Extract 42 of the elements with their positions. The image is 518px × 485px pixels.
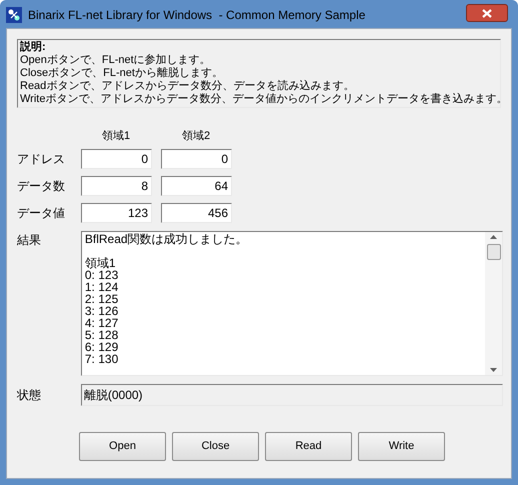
column-header: 領域1 [102, 129, 130, 144]
action-button[interactable]: Close [172, 432, 259, 460]
number-field[interactable]: 456 [161, 202, 232, 222]
result-line: 1: 124 [84, 280, 120, 292]
result-text-area[interactable]: BflRead関数は成功しました。 領域1 0: 123 1: 124 2: 125 3: 126 4: 127 5: 128 6: 129 7: 130 [80, 230, 503, 376]
result-section: 領域1 [84, 256, 482, 268]
close-button[interactable] [466, 4, 508, 22]
description-heading: 説明: [20, 41, 46, 54]
description-line: Writeボタンで、アドレスからデータ数分、データ値からのインクリメントデータを書き込みます。 [20, 93, 498, 106]
result-label: 結果 [16, 232, 42, 248]
result-line: 5: 128 [84, 328, 120, 340]
number-field[interactable]: 64 [161, 176, 232, 196]
number-field[interactable]: 123 [81, 202, 152, 222]
scroll-up-icon [490, 234, 497, 238]
number-field[interactable]: 8 [81, 176, 152, 196]
window-title: Binarix FL-net Library for Windows - Common Memory Sample [28, 7, 366, 24]
description-line: Openボタンで、FL-netに参加します。 [20, 54, 212, 67]
status-field: 離脱(0000) [80, 384, 503, 406]
status-label: 状態 [16, 386, 42, 404]
result-line: 4: 127 [84, 316, 120, 328]
app-icon [6, 7, 22, 23]
column-header: 領域2 [182, 129, 210, 144]
number-field[interactable]: 0 [161, 148, 232, 168]
action-button[interactable]: Read [265, 432, 352, 460]
scroll-down-icon [490, 368, 497, 372]
description-line: Readボタンで、アドレスからデータ数分、データを読み込みます。 [20, 80, 356, 93]
result-line: 6: 129 [84, 340, 120, 352]
action-button[interactable]: Write [358, 432, 445, 460]
result-message: BflRead関数は成功しました。 [84, 232, 249, 244]
result-line: 2: 125 [84, 292, 120, 304]
close-icon [482, 8, 492, 18]
scroll-bar[interactable] [485, 232, 502, 374]
field-label: データ数 [16, 178, 66, 194]
description-line: Closeボタンで、FL-netから離脱します。 [20, 67, 224, 80]
field-label: アドレス [16, 150, 66, 168]
result-line: 7: 130 [84, 352, 120, 364]
action-button[interactable]: Open [79, 432, 166, 460]
number-field[interactable]: 0 [81, 148, 152, 168]
result-line: 0: 123 [84, 268, 120, 280]
field-label: データ値 [16, 204, 66, 222]
scroll-thumb[interactable] [486, 244, 500, 260]
result-line: 3: 126 [84, 304, 120, 316]
